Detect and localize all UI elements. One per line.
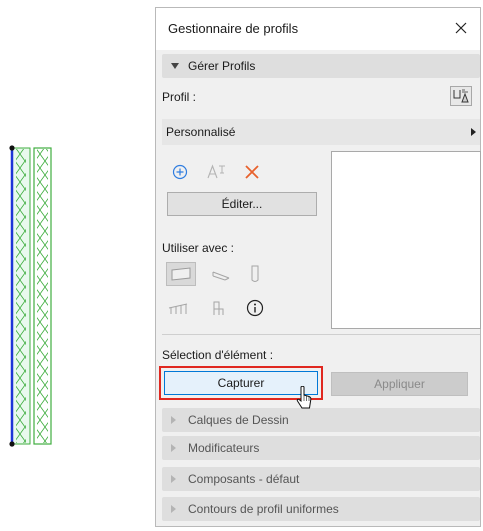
cursor-icon bbox=[296, 386, 312, 409]
object-icon[interactable] bbox=[206, 297, 230, 319]
column-icon[interactable] bbox=[243, 263, 267, 285]
section-manage-profiles-label: Gérer Profils bbox=[188, 59, 256, 73]
section-uniform-profile-contours[interactable]: Contours de profil uniformes bbox=[162, 497, 480, 521]
profile-manager-icon[interactable] bbox=[450, 86, 472, 106]
section-default-components[interactable]: Composants - défaut bbox=[162, 467, 480, 491]
rename-icon[interactable] bbox=[205, 161, 229, 183]
railing-icon[interactable] bbox=[166, 297, 190, 319]
profile-value: Personnalisé bbox=[166, 125, 236, 139]
section-divider bbox=[162, 334, 480, 335]
chevron-right-icon bbox=[171, 475, 176, 483]
section-modifiers-label: Modificateurs bbox=[188, 441, 260, 455]
wall-plan-drawing bbox=[9, 145, 52, 447]
use-with-label: Utiliser avec : bbox=[162, 241, 235, 255]
palette-titlebar: Gestionnaire de profils bbox=[156, 8, 480, 50]
section-drawing-layers-label: Calques de Dessin bbox=[188, 413, 289, 427]
chevron-right-icon bbox=[471, 128, 476, 136]
chevron-right-icon bbox=[171, 416, 176, 424]
beam-icon[interactable] bbox=[209, 264, 233, 286]
wall-layer-hatch-1 bbox=[16, 149, 26, 443]
section-manage-profiles[interactable]: Gérer Profils bbox=[162, 54, 480, 78]
wall-layer-hatch-2 bbox=[37, 149, 48, 443]
chevron-right-icon bbox=[171, 444, 176, 452]
profile-label: Profil : bbox=[162, 90, 197, 104]
section-default-components-label: Composants - défaut bbox=[188, 472, 300, 486]
apply-button[interactable]: Appliquer bbox=[331, 372, 468, 396]
palette-title: Gestionnaire de profils bbox=[168, 21, 299, 36]
wall-endpoint-bottom bbox=[9, 441, 15, 447]
wall-icon[interactable] bbox=[166, 262, 196, 286]
profile-selector[interactable]: Personnalisé bbox=[162, 119, 480, 145]
wall-endpoint-top bbox=[9, 145, 15, 151]
close-icon[interactable] bbox=[450, 17, 472, 39]
chevron-down-icon bbox=[171, 63, 179, 69]
new-profile-icon[interactable] bbox=[168, 161, 192, 183]
element-selection-label: Sélection d'élément : bbox=[162, 348, 274, 362]
section-drawing-layers[interactable]: Calques de Dessin bbox=[162, 408, 480, 432]
section-uniform-profile-contours-label: Contours de profil uniformes bbox=[188, 502, 339, 516]
info-icon[interactable] bbox=[243, 297, 267, 319]
section-modifiers[interactable]: Modificateurs bbox=[162, 436, 480, 460]
profile-preview bbox=[331, 151, 481, 329]
capture-button[interactable]: Capturer bbox=[164, 371, 318, 395]
chevron-right-icon bbox=[171, 505, 176, 513]
delete-icon[interactable] bbox=[240, 161, 264, 183]
edit-button[interactable]: Éditer... bbox=[167, 192, 317, 216]
profile-manager-palette: Gestionnaire de profils Gérer Profils Pr… bbox=[155, 7, 481, 527]
